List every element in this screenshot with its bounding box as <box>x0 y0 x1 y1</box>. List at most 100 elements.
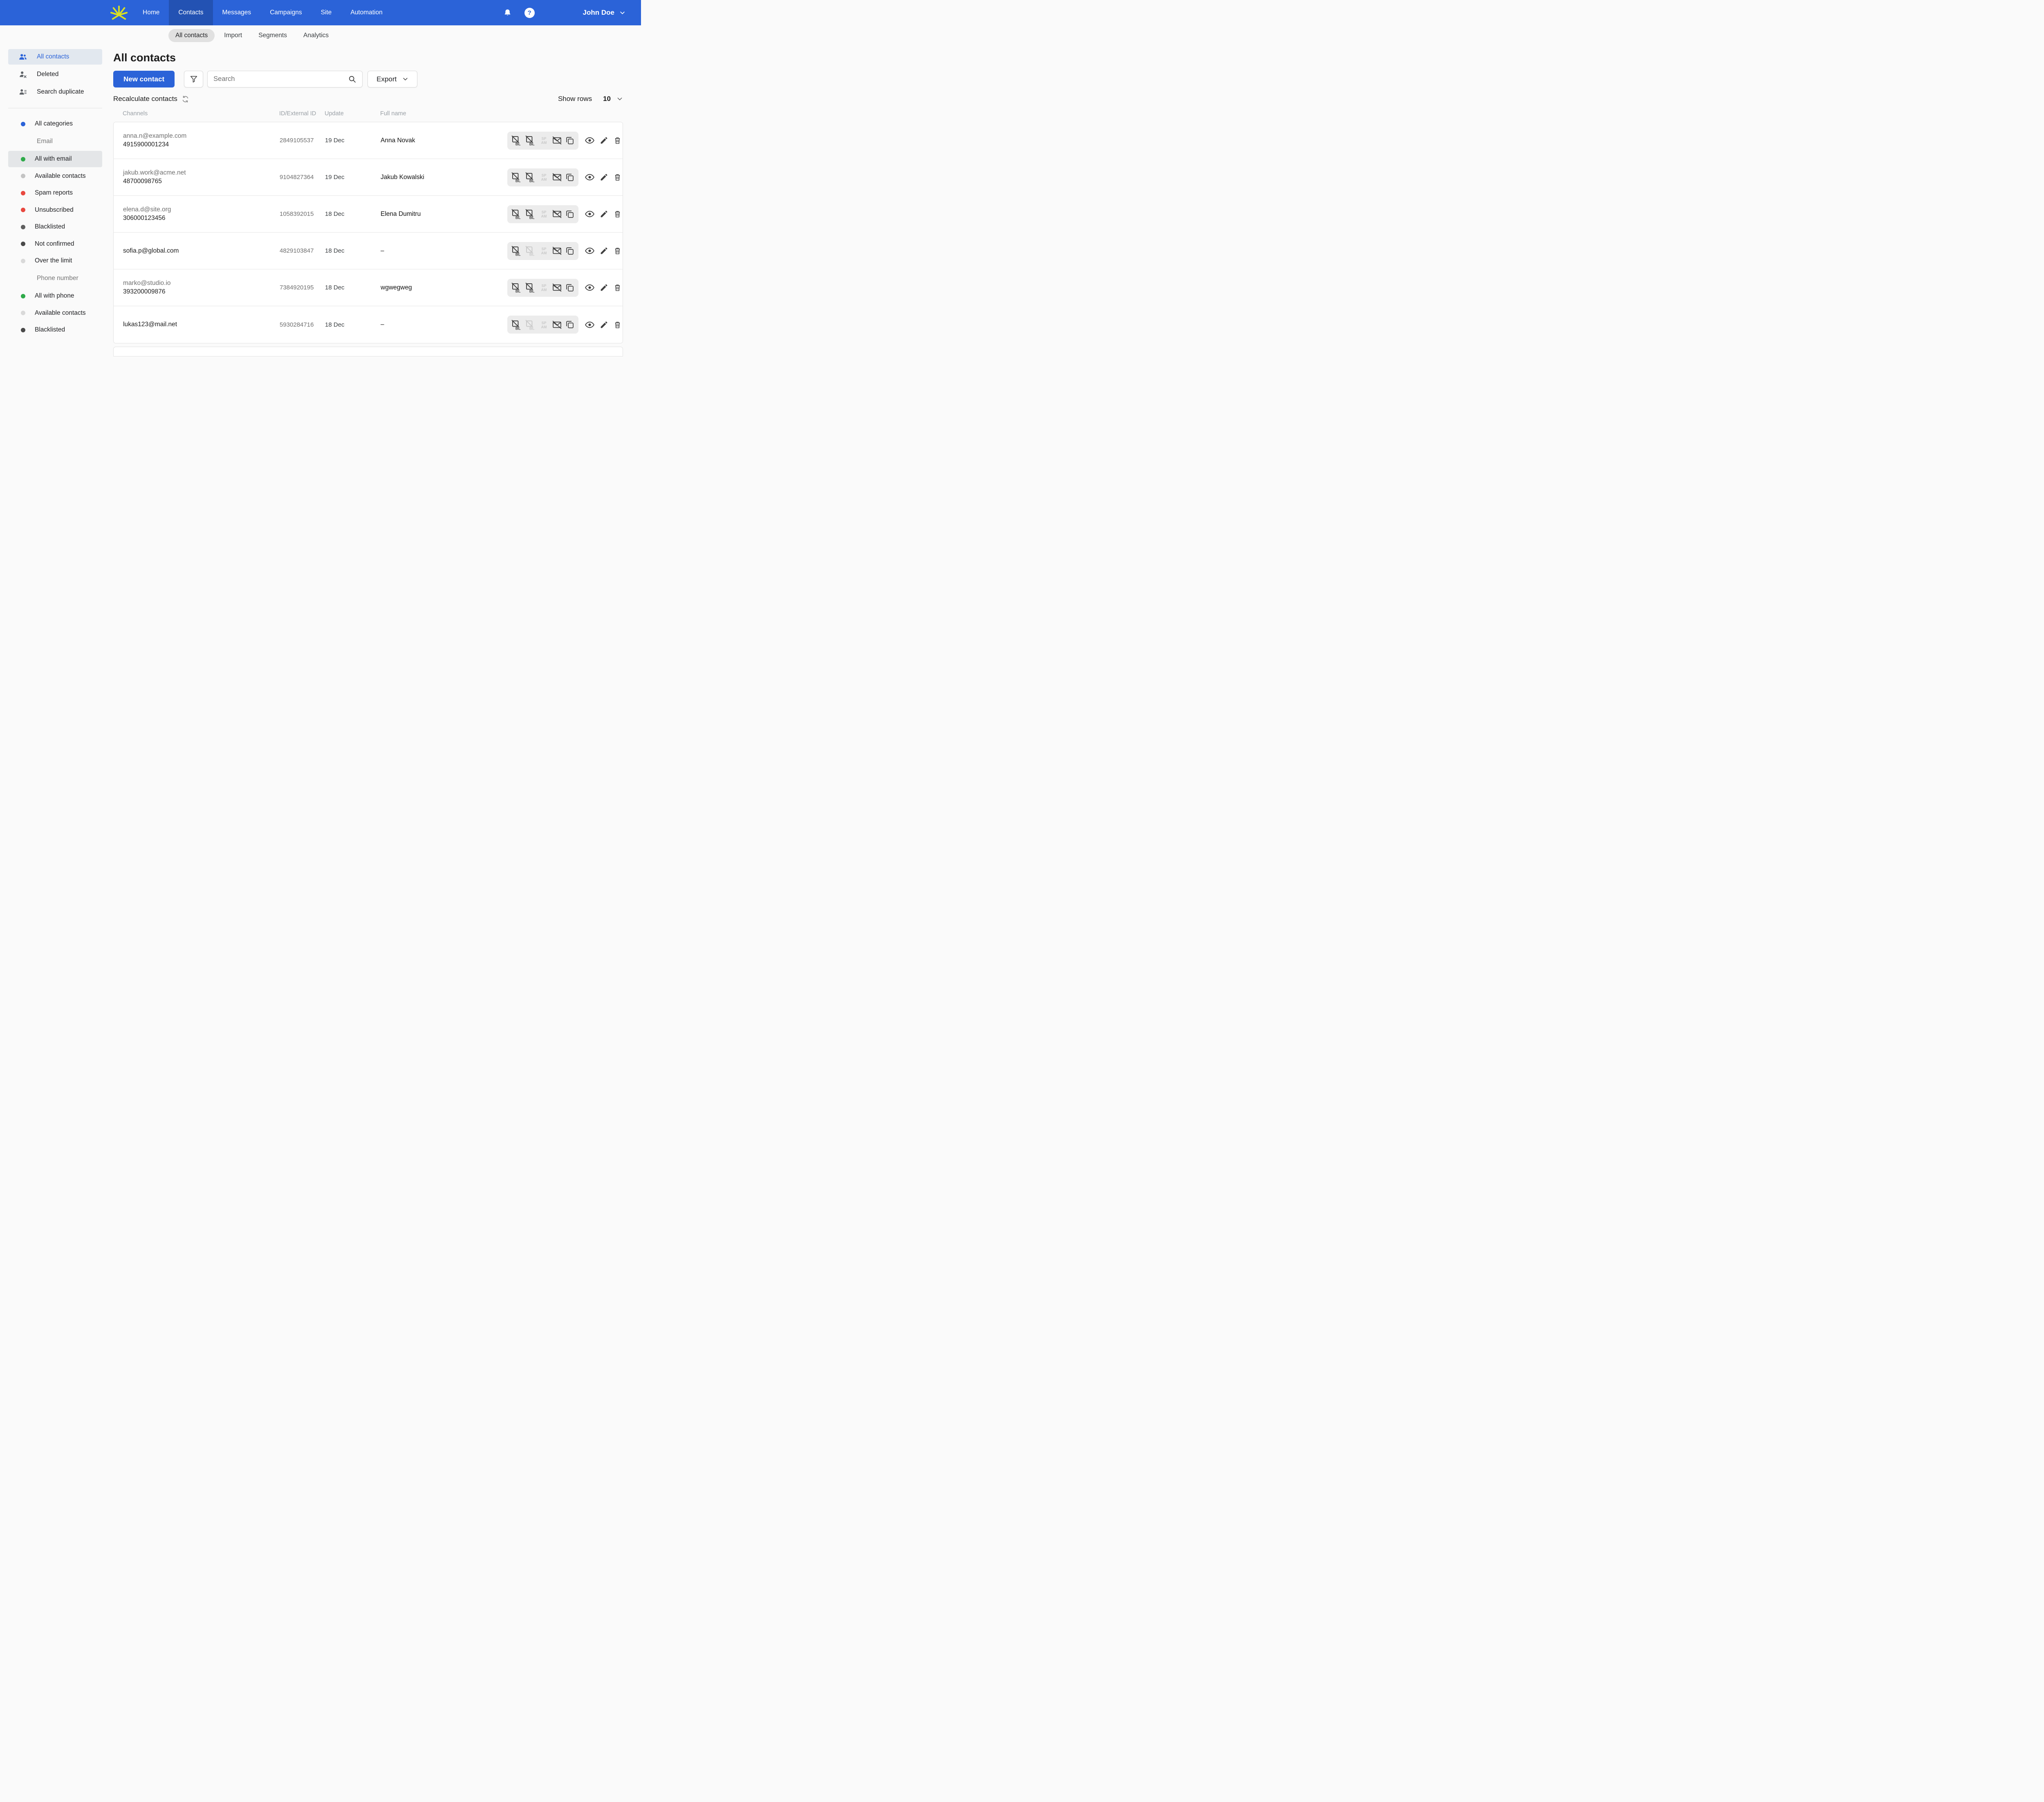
phone-blacklist-icon[interactable]: BL <box>525 135 536 146</box>
unsubscribe-envelope-icon[interactable] <box>552 320 562 330</box>
phone-blacklist-icon[interactable]: BL <box>525 245 536 256</box>
spam-icon[interactable]: SP AM <box>539 282 549 293</box>
filter-button[interactable] <box>184 71 204 87</box>
svg-text:AM: AM <box>541 177 547 182</box>
edit-icon[interactable] <box>600 321 608 329</box>
sidebar-category-available-contacts[interactable]: Available contacts <box>8 305 102 321</box>
notifications-bell-icon[interactable] <box>503 8 512 18</box>
delete-icon[interactable] <box>613 173 622 182</box>
view-icon[interactable] <box>585 209 595 219</box>
copy-icon[interactable] <box>565 173 575 182</box>
export-button[interactable]: Export <box>368 71 418 87</box>
sidebar-category-all-categories[interactable]: All categories <box>8 116 102 132</box>
sidebar-category-all-with-email[interactable]: All with email <box>8 151 102 167</box>
edit-icon[interactable] <box>600 283 608 292</box>
nav-item-messages[interactable]: Messages <box>213 0 261 25</box>
sidebar-item-label: All contacts <box>37 53 69 60</box>
edit-icon[interactable] <box>600 136 608 145</box>
email-blacklist-icon[interactable]: BL <box>511 245 522 256</box>
table-row[interactable]: marko@studio.io 393200009876 7384920195 … <box>114 269 623 306</box>
email-blacklist-icon[interactable]: BL <box>511 135 522 146</box>
user-menu[interactable]: John Doe <box>583 9 625 17</box>
nav-item-home[interactable]: Home <box>133 0 169 25</box>
sidebar-category-not-confirmed[interactable]: Not confirmed <box>8 236 102 252</box>
tab-import[interactable]: Import <box>217 29 249 42</box>
category-dot-icon <box>21 311 25 315</box>
delete-icon[interactable] <box>613 136 622 145</box>
page-title: All contacts <box>113 52 176 64</box>
sidebar-item-all-contacts[interactable]: All contacts <box>8 49 102 65</box>
unsubscribe-envelope-icon[interactable] <box>552 282 562 293</box>
sidebar-category-spam-reports[interactable]: Spam reports <box>8 185 102 201</box>
sidebar-category-unsubscribed[interactable]: Unsubscribed <box>8 202 102 218</box>
nav-item-label: Home <box>143 9 160 16</box>
unsubscribe-envelope-icon[interactable] <box>552 209 562 219</box>
sidebar-item-deleted[interactable]: Deleted <box>8 67 102 82</box>
refresh-icon[interactable] <box>182 95 189 103</box>
unsubscribe-envelope-icon[interactable] <box>552 135 562 146</box>
copy-icon[interactable] <box>565 320 575 329</box>
cell-channels: lukas123@mail.net <box>123 321 280 328</box>
sidebar-item-search-duplicate[interactable]: Search duplicate <box>8 84 102 100</box>
email-blacklist-icon[interactable]: BL <box>511 282 522 293</box>
nav-item-site[interactable]: Site <box>312 0 341 25</box>
sidebar-category-available-contacts[interactable]: Available contacts <box>8 168 102 184</box>
search-icon[interactable] <box>348 75 356 83</box>
view-icon[interactable] <box>585 282 595 293</box>
edit-icon[interactable] <box>600 210 608 218</box>
unsubscribe-envelope-icon[interactable] <box>552 172 562 182</box>
brand-logo[interactable] <box>110 3 128 22</box>
tab-segments[interactable]: Segments <box>251 29 294 42</box>
contacts-people-icon <box>18 52 27 61</box>
edit-icon[interactable] <box>600 173 608 182</box>
spam-icon[interactable]: SP AM <box>539 246 549 256</box>
nav-item-contacts[interactable]: Contacts <box>169 0 213 25</box>
table-row[interactable]: elena.d@site.org 306000123456 1058392015… <box>114 196 623 233</box>
unsubscribe-envelope-icon[interactable] <box>552 246 562 256</box>
table-row[interactable]: anna.n@example.com 4915900001234 2849105… <box>114 122 623 159</box>
delete-icon[interactable] <box>613 283 622 292</box>
phone-blacklist-icon[interactable]: BL <box>525 172 536 183</box>
email-blacklist-icon[interactable]: BL <box>511 172 522 183</box>
search-input[interactable] <box>213 75 348 83</box>
nav-item-automation[interactable]: Automation <box>341 0 392 25</box>
delete-icon[interactable] <box>613 210 622 218</box>
email-blacklist-icon[interactable]: BL <box>511 319 522 330</box>
people-duplicate-icon <box>18 87 27 96</box>
svg-text:AM: AM <box>541 325 547 329</box>
copy-icon[interactable] <box>565 283 575 293</box>
user-name: John Doe <box>583 9 614 16</box>
view-icon[interactable] <box>585 246 595 256</box>
spam-icon[interactable]: SP AM <box>539 320 549 330</box>
delete-icon[interactable] <box>613 247 622 255</box>
copy-icon[interactable] <box>565 246 575 256</box>
email-blacklist-icon[interactable]: BL <box>511 208 522 220</box>
view-icon[interactable] <box>585 320 595 330</box>
spam-icon[interactable]: SP AM <box>539 172 549 182</box>
phone-blacklist-icon[interactable]: BL <box>525 319 536 330</box>
sidebar-category-blacklisted[interactable]: Blacklisted <box>8 219 102 235</box>
phone-blacklist-icon[interactable]: BL <box>525 282 536 293</box>
sidebar-category-over-the-limit[interactable]: Over the limit <box>8 253 102 269</box>
view-icon[interactable] <box>585 172 595 182</box>
show-rows-control[interactable]: Show rows 10 <box>558 95 623 103</box>
sidebar-category-all-with-phone[interactable]: All with phone <box>8 288 102 304</box>
tab-analytics[interactable]: Analytics <box>296 29 336 42</box>
help-icon[interactable]: ? <box>524 7 535 18</box>
recalculate-contacts[interactable]: Recalculate contacts <box>113 95 189 103</box>
spam-icon[interactable]: SP AM <box>539 135 549 146</box>
view-icon[interactable] <box>585 135 595 146</box>
tab-all-contacts[interactable]: All contacts <box>168 29 215 42</box>
phone-blacklist-icon[interactable]: BL <box>525 208 536 220</box>
nav-item-campaigns[interactable]: Campaigns <box>260 0 311 25</box>
delete-icon[interactable] <box>613 321 622 329</box>
copy-icon[interactable] <box>565 136 575 146</box>
table-row[interactable]: sofia.p@global.com 4829103847 18 Dec – B… <box>114 233 623 269</box>
table-row[interactable]: jakub.work@acme.net 48700098765 91048273… <box>114 159 623 196</box>
table-row[interactable]: lukas123@mail.net 5930284716 18 Dec – BL <box>114 306 623 343</box>
sidebar-category-blacklisted[interactable]: Blacklisted <box>8 322 102 338</box>
spam-icon[interactable]: SP AM <box>539 209 549 219</box>
copy-icon[interactable] <box>565 209 575 219</box>
edit-icon[interactable] <box>600 247 608 255</box>
new-contact-button[interactable]: New contact <box>113 71 175 87</box>
